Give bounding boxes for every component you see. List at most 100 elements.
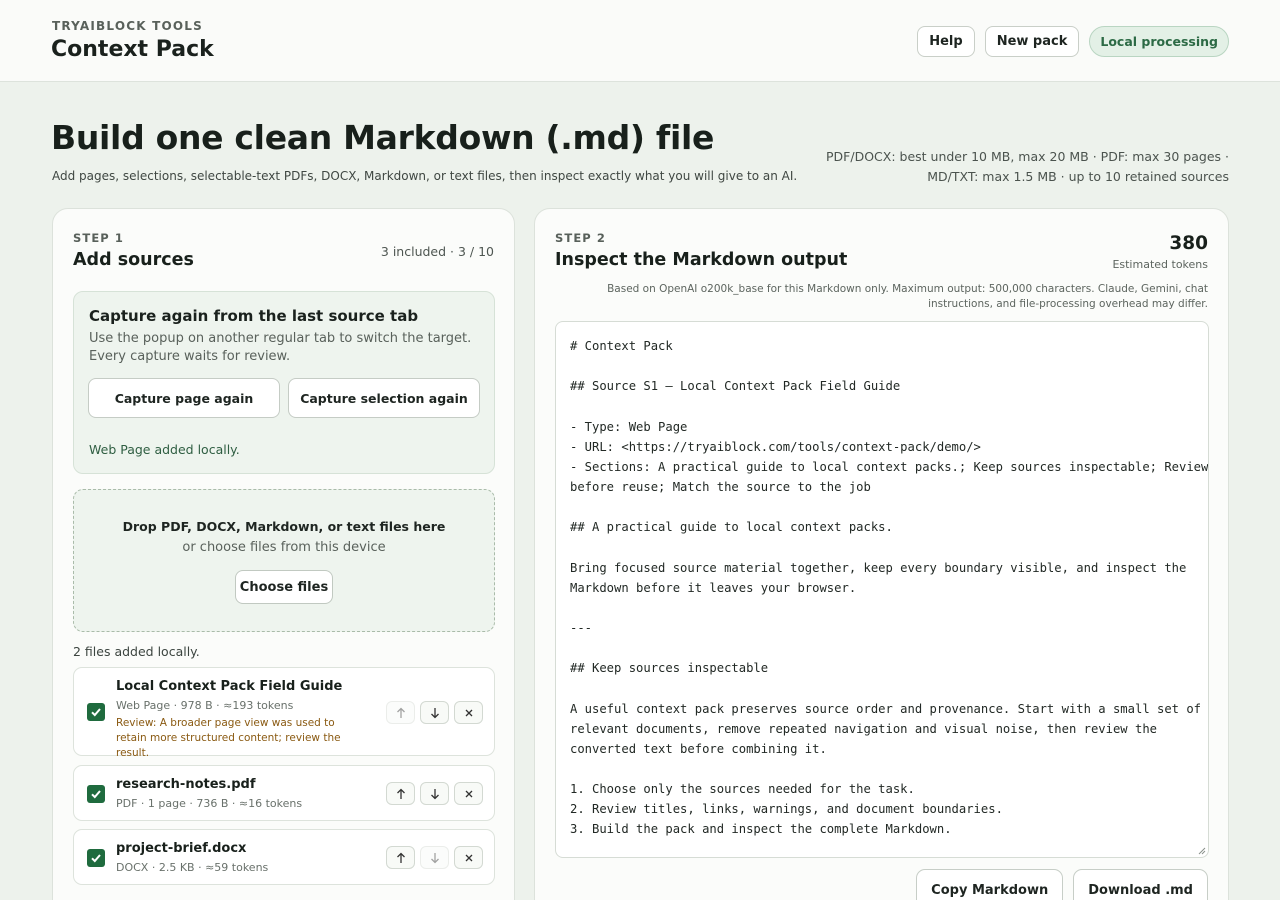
top-actions: Help New pack Local processing <box>917 26 1229 57</box>
checkmark-icon <box>91 790 101 799</box>
markdown-line: converted text before combining it. <box>570 741 827 756</box>
remove-source-button[interactable] <box>454 701 483 724</box>
arrow-up-icon <box>396 707 405 718</box>
capture-again-box: Capture again from the last source tab U… <box>73 291 495 474</box>
source-item: project-brief.docx DOCX · 2.5 KB · ≈59 t… <box>73 829 495 885</box>
top-bar: TRYAIBLOCK TOOLS Context Pack Help New p… <box>0 0 1280 82</box>
markdown-line: Bring focused source material together, … <box>570 560 1187 575</box>
source-meta: Web Page · 978 B · ≈193 tokens <box>116 699 294 712</box>
choose-files-button[interactable]: Choose files <box>235 570 333 604</box>
token-estimate-note: Based on OpenAI o200k_base for this Mark… <box>607 283 1208 310</box>
markdown-line: Markdown before it leaves your browser. <box>570 580 857 595</box>
source-name: Local Context Pack Field Guide <box>116 679 343 694</box>
file-limits-line: PDF/DOCX: best under 10 MB, max 20 MB · … <box>826 149 1229 164</box>
capture-status: Web Page added locally. <box>89 442 240 457</box>
markdown-line: ## Source S1 — Local Context Pack Field … <box>570 379 901 394</box>
arrow-down-icon <box>430 788 439 799</box>
download-md-button[interactable]: Download .md <box>1073 869 1208 900</box>
remove-source-button[interactable] <box>454 782 483 805</box>
file-limits-line: MD/TXT: max 1.5 MB · up to 10 retained s… <box>927 169 1229 184</box>
brand-kicker: TRYAIBLOCK TOOLS <box>52 19 203 33</box>
arrow-down-icon <box>430 852 439 863</box>
token-count: 380 <box>1169 233 1208 254</box>
move-down-button[interactable] <box>420 846 449 869</box>
included-count: 3 included · 3 / 10 <box>380 244 494 259</box>
file-limits: PDF/DOCX: best under 10 MB, max 20 MB · … <box>809 147 1229 187</box>
source-meta: DOCX · 2.5 KB · ≈59 tokens <box>116 861 269 874</box>
capture-title: Capture again from the last source tab <box>89 307 419 325</box>
page-subtitle: Add pages, selections, selectable-text P… <box>52 169 798 183</box>
capture-page-button[interactable]: Capture page again <box>88 378 280 418</box>
output-actions: Copy Markdown Download .md <box>916 869 1208 900</box>
capture-description: Use the popup on another regular tab to … <box>89 331 472 364</box>
new-pack-button[interactable]: New pack <box>984 26 1080 57</box>
markdown-line <box>570 537 1194 557</box>
markdown-line: 1. Choose only the sources needed for th… <box>570 782 915 797</box>
markdown-line: # Context Pack <box>570 339 673 353</box>
markdown-content: # Context Pack ## Source S1 — Local Conte… <box>570 336 1209 840</box>
local-processing-badge: Local processing <box>1089 26 1229 57</box>
source-actions <box>386 846 483 869</box>
resize-grip-icon[interactable] <box>1197 846 1206 855</box>
markdown-line: 3. Build the pack and inspect the comple… <box>570 822 952 837</box>
markdown-line <box>570 678 1194 698</box>
markdown-line <box>570 759 1194 779</box>
source-name: project-brief.docx <box>116 841 247 856</box>
markdown-line: ## A practical guide to local context pa… <box>570 520 893 535</box>
move-up-button[interactable] <box>386 846 415 869</box>
markdown-line: ## Keep sources inspectable <box>570 661 769 676</box>
close-icon <box>465 790 472 797</box>
page-title: Build one clean Markdown (.md) file <box>51 118 715 157</box>
step-label: STEP 1 <box>73 231 125 245</box>
markdown-line: A useful context pack preserves source o… <box>570 701 1202 716</box>
markdown-line <box>570 396 1194 416</box>
markdown-line: - URL: <https://tryaiblock.com/tools/con… <box>570 439 981 454</box>
remove-source-button[interactable] <box>454 846 483 869</box>
source-item: research-notes.pdf PDF · 1 page · 736 B … <box>73 765 495 821</box>
step-title: Add sources <box>73 250 194 270</box>
capture-selection-button[interactable]: Capture selection again <box>288 378 480 418</box>
step-title: Inspect the Markdown output <box>555 250 848 270</box>
markdown-line <box>570 356 1194 376</box>
markdown-line <box>570 638 1194 658</box>
source-warning: Review: A broader page view was used to … <box>116 717 341 759</box>
source-meta: PDF · 1 page · 736 B · ≈16 tokens <box>116 797 303 810</box>
source-include-checkbox[interactable] <box>87 785 105 803</box>
checkmark-icon <box>91 708 101 717</box>
markdown-line: relevant documents, remove repeated navi… <box>570 721 1157 736</box>
add-sources-panel: STEP 1 Add sources 3 included · 3 / 10 C… <box>52 208 515 900</box>
step-label: STEP 2 <box>555 231 607 245</box>
move-down-button[interactable] <box>420 701 449 724</box>
arrow-down-icon <box>430 707 439 718</box>
source-name: research-notes.pdf <box>116 777 256 792</box>
app-title: Context Pack <box>51 37 214 62</box>
copy-markdown-button[interactable]: Copy Markdown <box>916 869 1064 900</box>
dropzone-subtitle: or choose files from this device <box>182 540 386 555</box>
token-count-label: Estimated tokens <box>1112 258 1208 271</box>
files-status: 2 files added locally. <box>73 644 200 659</box>
markdown-line: --- <box>570 620 593 635</box>
source-include-checkbox[interactable] <box>87 849 105 867</box>
source-item: Local Context Pack Field Guide Web Page … <box>73 667 495 759</box>
markdown-output-textarea[interactable]: # Context Pack ## Source S1 — Local Conte… <box>555 321 1209 858</box>
move-down-button[interactable] <box>420 782 449 805</box>
close-icon <box>465 709 472 716</box>
markdown-line: before reuse; Match the source to the jo… <box>570 479 871 494</box>
markdown-output-panel: STEP 2 Inspect the Markdown output 380 E… <box>534 208 1229 900</box>
help-button[interactable]: Help <box>917 26 975 57</box>
markdown-line: 2. Review titles, links, warnings, and d… <box>570 802 1003 817</box>
source-actions <box>386 701 483 724</box>
dropzone-title: Drop PDF, DOCX, Markdown, or text files … <box>122 519 446 534</box>
markdown-line: - Type: Web Page <box>570 419 688 434</box>
markdown-line: - Sections: A practical guide to local c… <box>570 459 1209 474</box>
move-up-button[interactable] <box>386 782 415 805</box>
markdown-line <box>570 598 1194 618</box>
file-dropzone[interactable]: Drop PDF, DOCX, Markdown, or text files … <box>73 489 495 632</box>
checkmark-icon <box>91 854 101 863</box>
move-up-button[interactable] <box>386 701 415 724</box>
close-icon <box>465 854 472 861</box>
markdown-line <box>570 497 1194 517</box>
source-include-checkbox[interactable] <box>87 703 105 721</box>
arrow-up-icon <box>396 788 405 799</box>
arrow-up-icon <box>396 852 405 863</box>
